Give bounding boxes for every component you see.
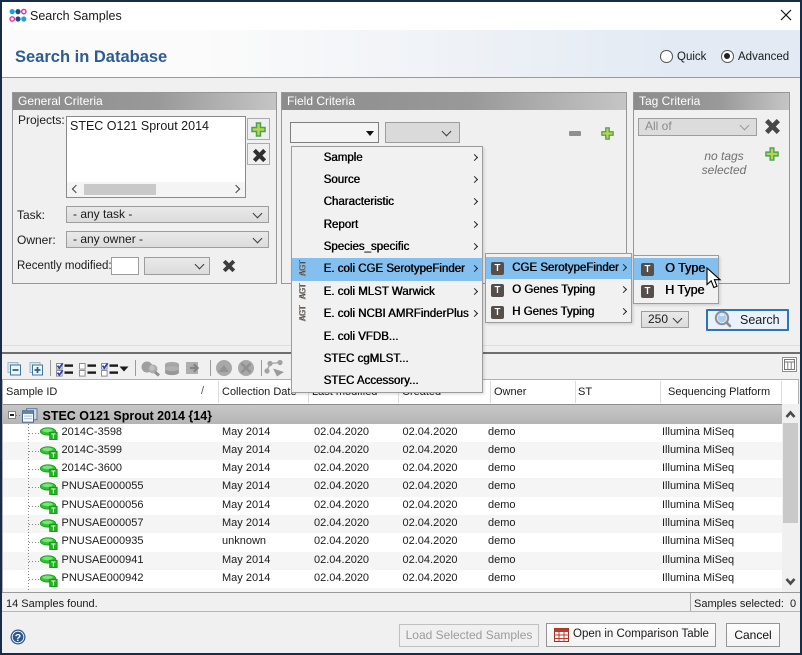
svg-text:T: T xyxy=(51,543,56,550)
svg-text:T: T xyxy=(51,562,56,569)
svg-text:T: T xyxy=(51,470,56,477)
svg-text:T: T xyxy=(51,507,56,514)
svg-text:T: T xyxy=(51,434,56,441)
svg-text:T: T xyxy=(51,489,56,496)
svg-text:T: T xyxy=(51,525,56,532)
svg-text:?: ? xyxy=(15,632,21,644)
svg-text:T: T xyxy=(51,580,56,587)
svg-text:T: T xyxy=(51,452,56,459)
